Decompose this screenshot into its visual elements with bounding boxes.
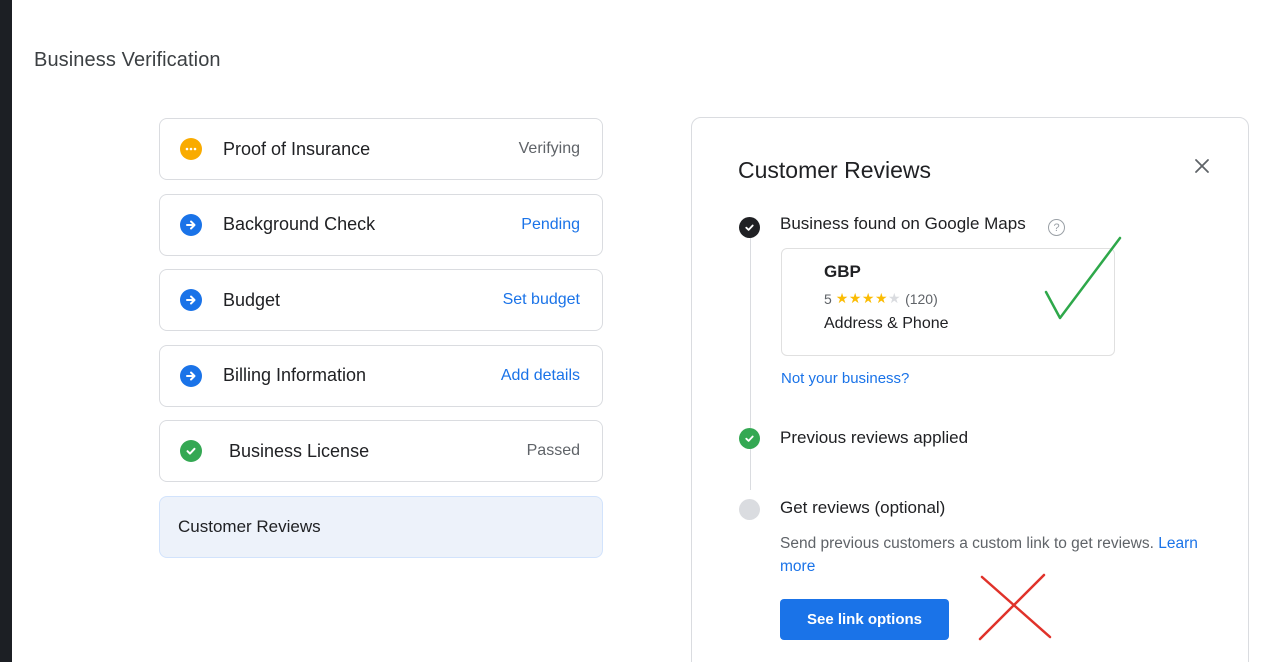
green-checkmark-annotation xyxy=(1044,236,1122,320)
arrow-right-circle-icon xyxy=(180,289,202,311)
check-circle-icon xyxy=(180,440,202,462)
panel-title: Customer Reviews xyxy=(738,157,931,183)
red-x-annotation xyxy=(978,573,1052,641)
star-rating-icon: ★★★★★ xyxy=(836,290,901,307)
timeline-label: Previous reviews applied xyxy=(780,428,969,447)
step-background-check[interactable]: Background Check Pending xyxy=(159,193,603,256)
rating-row: 5 ★★★★★ (120) xyxy=(824,290,938,307)
check-circle-icon xyxy=(739,428,760,449)
review-count: (120) xyxy=(905,290,938,307)
step-status: Passed xyxy=(526,442,580,459)
close-icon[interactable] xyxy=(1190,154,1214,178)
step-label: Customer Reviews xyxy=(178,516,321,536)
description-text: Send previous customers a custom link to… xyxy=(780,535,1154,552)
customer-reviews-panel: Customer Reviews Business found on Googl… xyxy=(691,117,1249,662)
step-status-link[interactable]: Set budget xyxy=(503,291,580,309)
step-business-license[interactable]: Business License Passed xyxy=(159,420,603,482)
step-status-link[interactable]: Add details xyxy=(501,367,580,385)
empty-circle-icon xyxy=(739,499,760,520)
step-label: Proof of Insurance xyxy=(223,138,371,159)
check-done-icon xyxy=(739,217,760,238)
timeline-label: Business found on Google Maps xyxy=(780,214,1026,233)
step-label: Budget xyxy=(223,289,281,310)
pending-dots-icon xyxy=(180,138,202,160)
page-title: Business Verification xyxy=(34,49,221,71)
step-label: Business License xyxy=(229,440,370,461)
step-proof-of-insurance[interactable]: Proof of Insurance Verifying xyxy=(159,118,603,180)
step-billing-information[interactable]: Billing Information Add details xyxy=(159,344,603,407)
timeline-connector xyxy=(750,448,751,490)
timeline-label: Get reviews (optional) xyxy=(780,498,946,517)
stars-filled: ★★★★ xyxy=(835,290,888,306)
step-status-link[interactable]: Pending xyxy=(521,216,580,234)
step-budget[interactable]: Budget Set budget xyxy=(159,269,603,331)
business-name: GBP xyxy=(824,262,861,281)
verification-steps: Proof of Insurance Verifying Background … xyxy=(159,118,603,571)
arrow-right-circle-icon xyxy=(180,213,202,236)
business-address: Address & Phone xyxy=(824,315,949,332)
star-empty: ★ xyxy=(888,290,902,306)
step-label: Billing Information xyxy=(223,365,367,385)
step-label: Background Check xyxy=(223,214,376,234)
not-your-business-link[interactable]: Not your business? xyxy=(781,370,909,387)
step-customer-reviews[interactable]: Customer Reviews xyxy=(159,495,603,558)
timeline-connector xyxy=(750,236,751,428)
see-link-options-button[interactable]: See link options xyxy=(780,599,949,640)
arrow-right-circle-icon xyxy=(180,364,202,387)
rating-value: 5 xyxy=(824,290,832,307)
step-status: Verifying xyxy=(518,140,580,157)
